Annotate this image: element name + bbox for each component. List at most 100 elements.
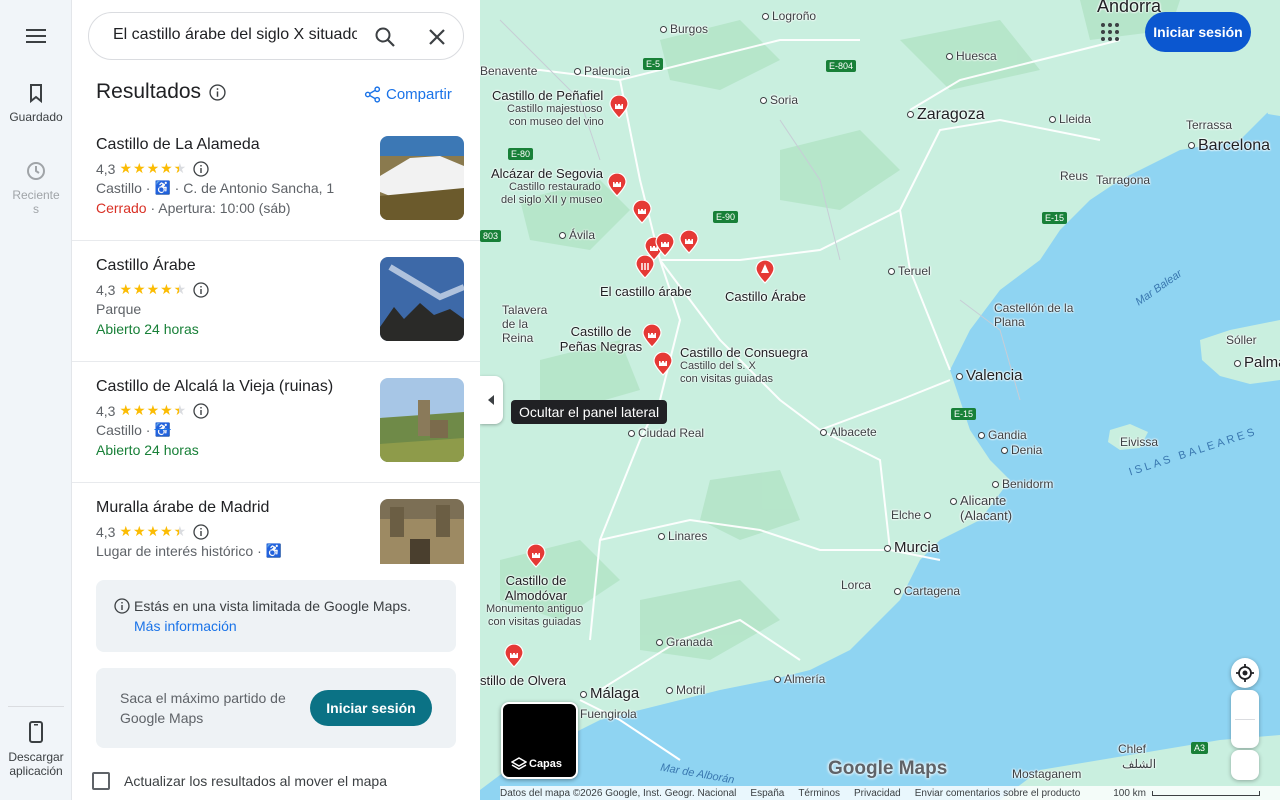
info-icon (114, 598, 130, 614)
info-icon[interactable] (193, 402, 209, 419)
result-status: Abierto 24 horas (96, 442, 199, 458)
city-label: Eivissa (1120, 435, 1159, 449)
castle-pin-icon[interactable] (652, 352, 674, 376)
checkbox[interactable] (92, 772, 110, 790)
result-details: Castillo · ♿ (96, 422, 171, 438)
poi-title[interactable]: El castillo árabe (600, 284, 692, 299)
update-results-checkbox[interactable]: Actualizar los resultados al mover el ma… (92, 772, 387, 790)
footer-link-privacy[interactable]: Privacidad (854, 788, 901, 799)
info-icon[interactable] (209, 83, 226, 101)
result-item[interactable]: Castillo de Alcalá la Vieja (ruinas) 4,3… (72, 362, 480, 483)
poi-title[interactable]: Alcázar de Segovia (491, 166, 603, 181)
city-label: Murcia (884, 539, 939, 556)
result-item[interactable]: Muralla árabe de Madrid 4,3 ★★★★★ Lugar … (72, 483, 480, 564)
city-label: Almería (774, 672, 825, 686)
poi-title[interactable]: stillo de Olvera (480, 673, 566, 688)
zoom-in-button[interactable] (1231, 690, 1259, 719)
apps-grid-icon[interactable] (1099, 21, 1121, 43)
recent-label: Reciente (12, 188, 60, 202)
menu-button[interactable] (0, 26, 72, 52)
city-label: Logroño (762, 9, 816, 23)
city-label: Ávila (559, 228, 595, 242)
search-icon[interactable] (373, 25, 397, 49)
phone-icon (29, 721, 43, 743)
result-name[interactable]: Castillo de Alcalá la Vieja (ruinas) (96, 378, 333, 396)
footer-link-country[interactable]: España (750, 788, 784, 799)
collapse-panel-button[interactable] (480, 376, 503, 424)
castle-pin-icon[interactable] (634, 255, 656, 279)
castle-pin-icon[interactable] (641, 324, 663, 348)
scale-label: 100 km (1113, 788, 1146, 799)
history-icon (27, 162, 45, 180)
park-pin-icon[interactable] (754, 260, 776, 284)
close-icon[interactable] (425, 25, 449, 49)
castle-pin-icon[interactable] (631, 200, 653, 224)
signin-button[interactable]: Iniciar sesión (310, 690, 432, 726)
share-button[interactable]: Compartir (364, 86, 452, 103)
footer-link-feedback[interactable]: Enviar comentarios sobre el producto (915, 788, 1081, 799)
result-name[interactable]: Castillo Árabe (96, 257, 196, 275)
result-rating: 4,3 ★★★★★ (96, 281, 209, 298)
city-label: Gandia (978, 428, 1027, 442)
city-label: Terrassa (1186, 118, 1233, 132)
city-label: Mostaganem (1012, 767, 1082, 781)
result-address: C. de Antonio Sancha, 1 (183, 180, 335, 196)
castle-pin-icon[interactable] (678, 230, 700, 254)
more-info-link[interactable]: Más información (134, 618, 237, 634)
signin-button-top[interactable]: Iniciar sesión (1145, 12, 1251, 52)
road-shield: E-5 (643, 58, 664, 70)
road-shield: A3 (1191, 742, 1209, 754)
search-input[interactable] (113, 26, 357, 44)
info-icon[interactable] (193, 523, 209, 540)
result-name[interactable]: Muralla árabe de Madrid (96, 499, 269, 517)
recent-button[interactable]: Reciente s (0, 160, 72, 216)
result-item[interactable]: Castillo Árabe 4,3 ★★★★★ Parque Abierto … (72, 241, 480, 362)
download-app-button[interactable]: Descargar aplicación (0, 720, 72, 778)
result-photo[interactable] (380, 257, 464, 341)
results-title: Resultados (96, 80, 202, 103)
city-label: Benidorm (992, 477, 1053, 491)
city-label: الشلف (1122, 757, 1157, 771)
info-icon[interactable] (193, 160, 209, 177)
castle-pin-icon[interactable] (654, 233, 676, 257)
city-label: Burgos (660, 22, 708, 36)
result-category: Parque (96, 301, 142, 317)
result-status: Abierto 24 horas (96, 321, 199, 337)
road-shield: E-15 (951, 408, 977, 420)
castle-pin-icon[interactable] (525, 544, 547, 568)
city-label: Huesca (946, 49, 997, 63)
poi-title[interactable]: Castillo de Peñas Negras (556, 324, 646, 354)
footer-link-terms[interactable]: Términos (798, 788, 840, 799)
zoom-out-button[interactable] (1231, 720, 1259, 748)
map-canvas[interactable]: E-5 E-804 E-80 E-90 E-15 E-15 A3 803 And… (480, 0, 1280, 800)
download-label-cont: aplicación (9, 764, 63, 778)
result-photo[interactable] (380, 378, 464, 462)
left-rail: Guardado Reciente s Descargar aplicación (0, 0, 72, 800)
promo-text: Saca el máximo partido de Google Maps (120, 690, 286, 726)
result-item[interactable]: Castillo de La Alameda 4,3 ★★★★★ Castill… (72, 120, 480, 241)
pegman-button[interactable] (1231, 750, 1259, 780)
poi-title[interactable]: Castillo de Peñafiel (492, 88, 603, 103)
poi-title[interactable]: Castillo de Consuegra (680, 345, 808, 360)
result-status: Cerrado (96, 200, 147, 216)
castle-pin-icon[interactable] (606, 173, 628, 197)
layers-button[interactable]: Capas (501, 702, 578, 779)
castle-pin-icon[interactable] (608, 95, 630, 119)
result-photo[interactable] (380, 499, 464, 564)
poi-title[interactable]: Castillo de Almodóvar (504, 573, 568, 603)
wheelchair-icon: ♿ (154, 180, 171, 195)
saved-button[interactable]: Guardado (0, 82, 72, 124)
info-icon[interactable] (193, 281, 209, 298)
map-scale[interactable]: 100 km (1113, 788, 1260, 799)
city-label: Granada (656, 635, 713, 649)
result-name[interactable]: Castillo de La Alameda (96, 136, 260, 154)
result-photo[interactable] (380, 136, 464, 220)
result-details: Parque (96, 301, 141, 317)
castle-pin-icon[interactable] (503, 644, 525, 668)
rating-value: 4,3 (96, 160, 116, 177)
my-location-button[interactable] (1231, 658, 1259, 688)
poi-subtitle: Castillo del s. X (680, 360, 756, 372)
poi-title[interactable]: Castillo Árabe (725, 289, 806, 304)
city-label: Valencia (956, 367, 1022, 384)
star-rating: ★★★★★ (119, 523, 188, 539)
